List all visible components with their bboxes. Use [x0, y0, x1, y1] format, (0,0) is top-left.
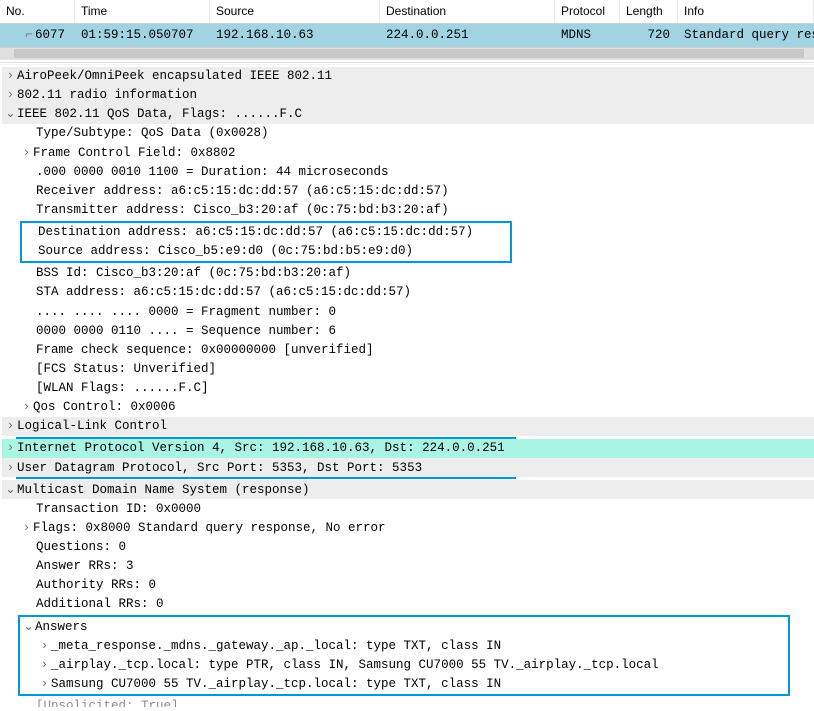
col-header-info[interactable]: Info: [678, 0, 814, 23]
chevron-right-icon[interactable]: ›: [20, 398, 33, 415]
tree-type-subtype[interactable]: Type/Subtype: QoS Data (0x0028): [2, 124, 814, 143]
pane-divider[interactable]: [0, 62, 814, 65]
tree-questions[interactable]: Questions: 0: [2, 538, 814, 557]
highlight-box-addresses: Destination address: a6:c5:15:dc:dd:57 (…: [20, 221, 512, 263]
cell-time: 01:59:15.050707: [75, 24, 210, 46]
tree-answers[interactable]: ⌄ Answers: [20, 617, 788, 636]
tree-frame-control[interactable]: ›Frame Control Field: 0x8802: [2, 143, 814, 162]
packet-list-header: No. Time Source Destination Protocol Len…: [0, 0, 814, 24]
tree-answer-3[interactable]: › Samsung CU7000 55 TV._airplay._tcp.loc…: [20, 674, 788, 693]
cell-source: 192.168.10.63: [210, 24, 380, 46]
tree-udp[interactable]: › User Datagram Protocol, Src Port: 5353…: [2, 458, 814, 477]
tree-fragment-number[interactable]: .... .... .... 0000 = Fragment number: 0: [2, 302, 814, 321]
tree-mdns[interactable]: ⌄ Multicast Domain Name System (response…: [2, 480, 814, 499]
chevron-right-icon[interactable]: ›: [4, 417, 17, 434]
tree-receiver-address[interactable]: Receiver address: a6:c5:15:dc:dd:57 (a6:…: [2, 181, 814, 200]
tree-bss-id[interactable]: BSS Id: Cisco_b3:20:af (0c:75:bd:b3:20:a…: [2, 264, 814, 283]
chevron-right-icon[interactable]: ›: [4, 439, 17, 456]
tree-source-address[interactable]: Source address: Cisco_b5:e9:d0 (0c:75:bd…: [22, 242, 510, 261]
tree-fcs-status[interactable]: [FCS Status: Unverified]: [2, 359, 814, 378]
cell-info: Standard query response: [678, 24, 814, 46]
col-header-length[interactable]: Length: [620, 0, 678, 23]
col-header-destination[interactable]: Destination: [380, 0, 555, 23]
highlight-box-answers: ⌄ Answers › _meta_response._mdns._gatewa…: [18, 615, 790, 696]
tree-duration[interactable]: .000 0000 0010 1100 = Duration: 44 micro…: [2, 162, 814, 181]
tree-fcs[interactable]: Frame check sequence: 0x00000000 [unveri…: [2, 340, 814, 359]
chevron-down-icon[interactable]: ⌄: [4, 481, 17, 498]
tree-ipv4[interactable]: › Internet Protocol Version 4, Src: 192.…: [2, 439, 814, 458]
tree-sta-address[interactable]: STA address: a6:c5:15:dc:dd:57 (a6:c5:15…: [2, 283, 814, 302]
col-header-protocol[interactable]: Protocol: [555, 0, 620, 23]
chevron-right-icon[interactable]: ›: [38, 656, 51, 673]
tree-answer-1[interactable]: › _meta_response._mdns._gateway._ap._loc…: [20, 636, 788, 655]
tree-qos-control[interactable]: ›Qos Control: 0x0006: [2, 398, 814, 417]
col-header-time[interactable]: Time: [75, 0, 210, 23]
scrollbar-thumb[interactable]: [14, 49, 804, 58]
packet-details-tree: › AiroPeek/OmniPeek encapsulated IEEE 80…: [0, 67, 814, 711]
cell-destination: 224.0.0.251: [380, 24, 555, 46]
tree-destination-address[interactable]: Destination address: a6:c5:15:dc:dd:57 (…: [22, 223, 510, 242]
tree-llc[interactable]: › Logical-Link Control: [2, 417, 814, 436]
tree-radio-info[interactable]: › 802.11 radio information: [2, 86, 814, 105]
packet-list: No. Time Source Destination Protocol Len…: [0, 0, 814, 60]
chevron-down-icon[interactable]: ⌄: [22, 618, 35, 635]
highlight-box-ip-udp: › Internet Protocol Version 4, Src: 192.…: [16, 437, 516, 479]
chevron-right-icon[interactable]: ›: [4, 459, 17, 476]
tree-mdns-flags[interactable]: ›Flags: 0x8000 Standard query response, …: [2, 518, 814, 537]
col-header-source[interactable]: Source: [210, 0, 380, 23]
packet-row[interactable]: ⌐6077 01:59:15.050707 192.168.10.63 224.…: [0, 24, 814, 46]
tree-airopeek[interactable]: › AiroPeek/OmniPeek encapsulated IEEE 80…: [2, 67, 814, 86]
cell-no: ⌐6077: [0, 24, 75, 46]
cell-protocol: MDNS: [555, 24, 620, 46]
chevron-right-icon[interactable]: ›: [4, 67, 17, 84]
chevron-down-icon[interactable]: ⌄: [4, 105, 17, 122]
chevron-right-icon[interactable]: ›: [38, 675, 51, 692]
tree-ieee80211[interactable]: ⌄ IEEE 802.11 QoS Data, Flags: ......F.C: [2, 105, 814, 124]
tree-transaction-id[interactable]: Transaction ID: 0x0000: [2, 499, 814, 518]
tree-answer-rrs[interactable]: Answer RRs: 3: [2, 557, 814, 576]
chevron-right-icon[interactable]: ›: [38, 637, 51, 654]
cell-length: 720: [620, 24, 678, 46]
tree-answer-2[interactable]: › _airplay._tcp.local: type PTR, class I…: [20, 655, 788, 674]
tree-additional-rrs[interactable]: Additional RRs: 0: [2, 595, 814, 614]
tree-authority-rrs[interactable]: Authority RRs: 0: [2, 576, 814, 595]
col-header-no[interactable]: No.: [0, 0, 75, 23]
tree-sequence-number[interactable]: 0000 0000 0110 .... = Sequence number: 6: [2, 321, 814, 340]
current-packet-icon: ⌐: [23, 26, 35, 44]
chevron-right-icon[interactable]: ›: [20, 144, 33, 161]
chevron-right-icon[interactable]: ›: [4, 86, 17, 103]
tree-wlan-flags[interactable]: [WLAN Flags: ......F.C]: [2, 379, 814, 398]
chevron-right-icon[interactable]: ›: [20, 519, 33, 536]
tree-transmitter-address[interactable]: Transmitter address: Cisco_b3:20:af (0c:…: [2, 200, 814, 219]
packet-list-scrollbar[interactable]: [0, 47, 814, 60]
tree-unsolicited[interactable]: [Unsolicited: True]: [2, 697, 814, 707]
